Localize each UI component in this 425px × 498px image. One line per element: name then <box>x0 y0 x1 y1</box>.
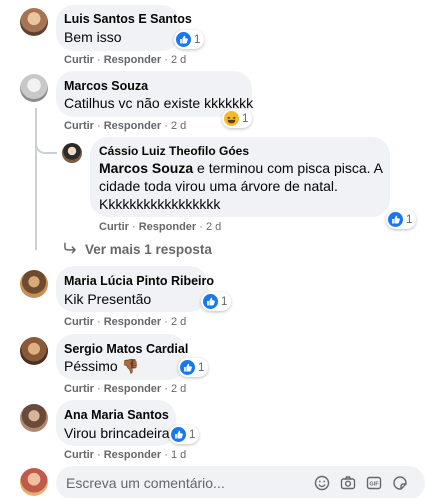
comment-actions: Curtir · Responder · 2 d <box>64 120 187 132</box>
like-icon <box>203 294 218 309</box>
reply-text-line: cidade toda virou uma árvore de natal. <box>99 178 338 194</box>
comment-actions: Curtir · Responder · 2 d <box>64 54 187 66</box>
reaction-badge[interactable]: 1 <box>178 358 209 377</box>
comment-composer[interactable]: GIF <box>56 466 425 498</box>
like-icon <box>176 32 191 47</box>
comment-time[interactable]: 2 d <box>171 120 186 132</box>
reaction-count: 1 <box>194 33 201 46</box>
like-icon <box>171 427 186 442</box>
camera-icon[interactable] <box>340 475 356 491</box>
reply-text-part: e terminou com pisca pisca. A <box>193 160 384 176</box>
reply-link[interactable]: Responder <box>104 316 161 328</box>
reply-actions: Curtir · Responder · 2 d <box>99 221 222 233</box>
reaction-badge[interactable]: 1 <box>386 210 417 229</box>
reply-author[interactable]: Cássio Luiz Theofilo Góes <box>99 144 249 158</box>
like-link[interactable]: Curtir <box>64 383 94 395</box>
comment-author[interactable]: Maria Lúcia Pinto Ribeiro <box>64 274 214 288</box>
mention-link[interactable]: Marcos Souza <box>99 160 193 176</box>
more-replies-label: Ver mais 1 resposta <box>85 242 212 257</box>
comment-author[interactable]: Luis Santos E Santos <box>64 12 192 26</box>
avatar[interactable] <box>20 270 48 298</box>
reply-link[interactable]: Responder <box>139 221 196 233</box>
like-link[interactable]: Curtir <box>64 449 94 461</box>
reaction-badge[interactable]: 1 <box>174 30 205 49</box>
comment-text: Virou brincadeira <box>64 425 170 441</box>
avatar[interactable] <box>20 337 48 365</box>
comment-author[interactable]: Sergio Matos Cardial <box>64 342 188 356</box>
reaction-count: 1 <box>242 112 249 125</box>
comment-author[interactable]: Ana Maria Santos <box>64 408 169 422</box>
reaction-badge[interactable]: 1 <box>201 292 232 311</box>
reaction-count: 1 <box>189 428 196 441</box>
avatar[interactable] <box>20 404 48 432</box>
more-replies-link[interactable]: Ver mais 1 resposta <box>64 242 212 257</box>
reply-link[interactable]: Responder <box>104 120 161 132</box>
thread-connector-more <box>35 140 57 250</box>
comment-time[interactable]: 2 d <box>206 221 221 233</box>
reply-link[interactable]: Responder <box>104 383 161 395</box>
comment-time[interactable]: 2 d <box>171 316 186 328</box>
reaction-count: 1 <box>198 361 205 374</box>
like-link[interactable]: Curtir <box>64 316 94 328</box>
user-avatar[interactable] <box>20 468 48 496</box>
svg-text:GIF: GIF <box>369 482 379 488</box>
like-icon <box>388 212 403 227</box>
reaction-badge[interactable]: 1 <box>222 109 253 128</box>
like-icon <box>180 360 195 375</box>
comment-author[interactable]: Marcos Souza <box>64 79 148 93</box>
reply-text-line: Kkkkkkkkkkkkkkkkk <box>99 196 221 212</box>
gif-icon[interactable]: GIF <box>366 475 382 491</box>
comment-input[interactable] <box>66 473 306 493</box>
reaction-badge[interactable]: 1 <box>169 425 200 444</box>
reply-text: Marcos Souza e terminou com pisca pisca.… <box>99 159 383 178</box>
reaction-count: 1 <box>221 295 228 308</box>
comment-actions: Curtir · Responder · 1 d <box>64 449 187 461</box>
comment-text: Bem isso <box>64 29 122 45</box>
haha-icon <box>224 111 239 126</box>
comment-text: Péssimo 👎🏾 <box>64 358 140 374</box>
avatar[interactable] <box>20 74 48 102</box>
sticker-icon[interactable] <box>392 475 408 491</box>
avatar[interactable] <box>20 8 48 36</box>
comment-text: Kik Presentão <box>64 291 152 307</box>
like-link[interactable]: Curtir <box>99 221 129 233</box>
reaction-count: 1 <box>406 213 413 226</box>
comment-time[interactable]: 2 d <box>171 383 186 395</box>
comment-time[interactable]: 1 d <box>171 449 186 461</box>
comment-actions: Curtir · Responder · 2 d <box>64 316 187 328</box>
emoji-icon[interactable] <box>314 475 330 491</box>
comment-time[interactable]: 2 d <box>171 54 186 66</box>
reply-link[interactable]: Responder <box>104 54 161 66</box>
avatar[interactable] <box>62 143 82 163</box>
reply-link[interactable]: Responder <box>104 449 161 461</box>
comment-actions: Curtir · Responder · 2 d <box>64 383 187 395</box>
like-link[interactable]: Curtir <box>64 54 94 66</box>
reply-arrow-icon <box>64 242 77 257</box>
like-link[interactable]: Curtir <box>64 120 94 132</box>
